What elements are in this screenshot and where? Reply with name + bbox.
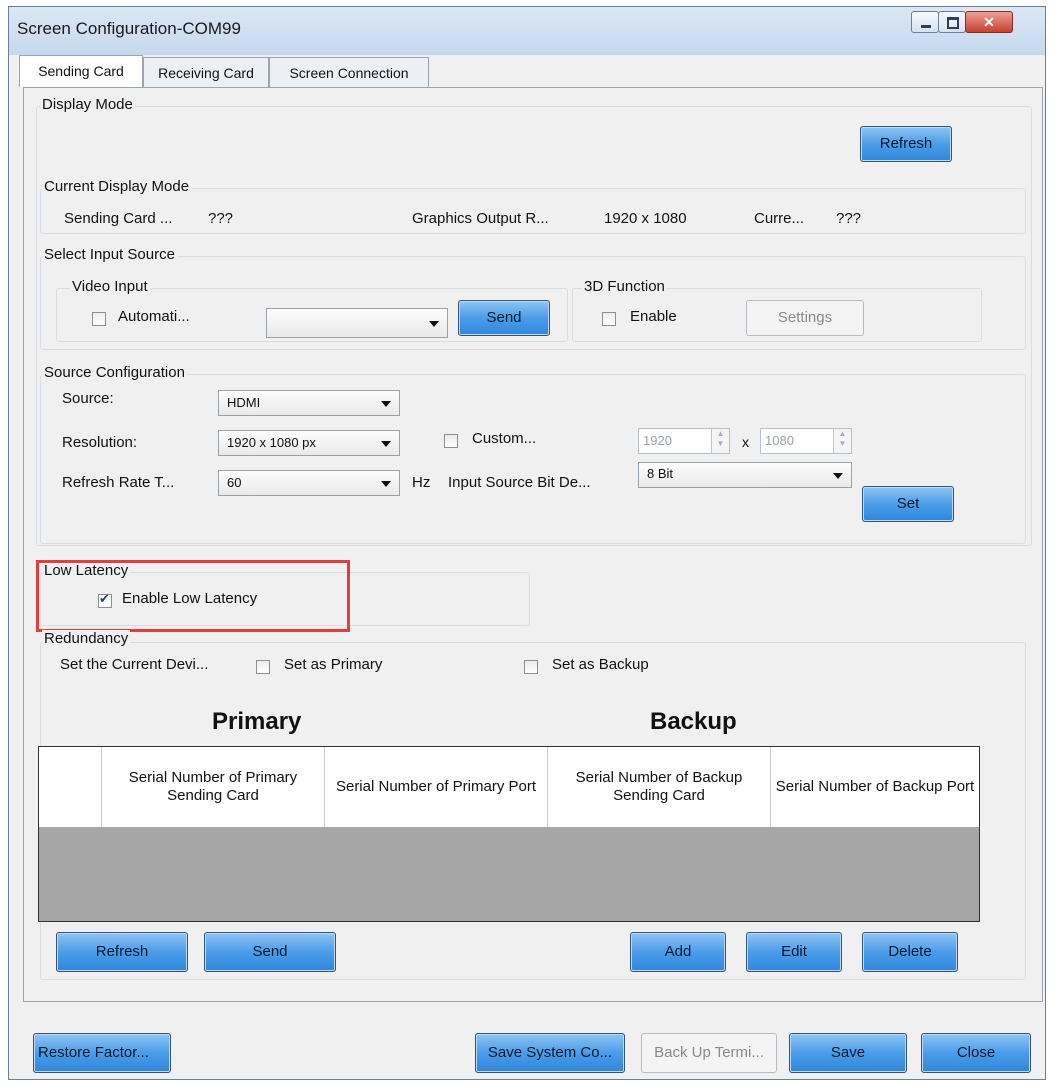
chevron-down-icon (381, 481, 391, 487)
3d-function-label: 3D Function (582, 278, 667, 295)
custom-checkbox[interactable] (444, 434, 458, 448)
resolution-select[interactable]: 1920 x 1080 px (218, 430, 400, 456)
3d-enable-checkbox[interactable] (602, 312, 616, 326)
input-source-label: Select Input Source (42, 246, 177, 263)
spin-arrows-icon[interactable]: ▲ ▼ (711, 429, 729, 453)
set-button[interactable]: Set (862, 486, 954, 522)
column-header-primary-port[interactable]: Serial Number of Primary Port (324, 747, 548, 827)
display-refresh-button[interactable]: Refresh (860, 126, 952, 162)
hz-label: Hz (412, 474, 431, 491)
chevron-down-icon (429, 321, 439, 327)
title-bar: Screen Configuration-COM99 ✕ (9, 7, 1045, 55)
automatic-label: Automati... (118, 308, 190, 325)
bit-depth-value: 8 Bit (647, 466, 674, 481)
chevron-down-icon (381, 401, 391, 407)
sending-card-value: ??? (208, 210, 234, 227)
close-window-button[interactable]: ✕ (965, 11, 1013, 33)
refresh-rate-value: 60 (227, 475, 242, 490)
video-send-button[interactable]: Send (458, 300, 550, 336)
refresh-rate-label: Refresh Rate T... (62, 474, 175, 491)
column-header-backup-card[interactable]: Serial Number of Backup Sending Card (547, 747, 771, 827)
minimize-icon (921, 25, 931, 28)
refresh-rate-select[interactable]: 60 (218, 470, 400, 496)
sending-card-panel: Display Mode Refresh Current Display Mod… (23, 87, 1043, 1002)
graphics-output-label: Graphics Output R... (412, 210, 549, 227)
source-select[interactable]: HDMI (218, 390, 400, 416)
automatic-checkbox[interactable] (92, 312, 106, 326)
display-mode-label: Display Mode (40, 96, 135, 113)
source-config-label: Source Configuration (42, 364, 187, 381)
custom-width-input[interactable]: 1920 ▲ ▼ (638, 428, 730, 454)
source-value: HDMI (227, 395, 261, 410)
custom-label: Custom... (472, 430, 537, 447)
chevron-down-icon (833, 473, 843, 479)
add-button[interactable]: Add (630, 932, 726, 972)
custom-height-value: 1080 (765, 433, 794, 448)
set-backup-label: Set as Backup (552, 656, 649, 673)
set-primary-checkbox[interactable] (256, 660, 270, 674)
3d-enable-label: Enable (630, 308, 677, 325)
redundancy-table: Serial Number of Primary Sending Card Se… (38, 746, 980, 922)
primary-heading: Primary (212, 708, 302, 735)
source-label: Source: (62, 390, 114, 407)
set-device-label: Set the Current Devi... (60, 656, 209, 673)
minimize-button[interactable] (911, 11, 939, 33)
restore-factory-button[interactable]: Restore Factor... (33, 1033, 171, 1073)
close-icon: ✕ (983, 14, 995, 30)
close-button[interactable]: Close (921, 1033, 1031, 1073)
redundancy-label: Redundancy (42, 630, 131, 647)
spin-arrows-icon[interactable]: ▲ ▼ (833, 429, 851, 453)
video-input-label: Video Input (70, 278, 150, 295)
custom-width-value: 1920 (643, 433, 672, 448)
column-header-primary-card[interactable]: Serial Number of Primary Sending Card (101, 747, 325, 827)
3d-settings-button[interactable]: Settings (746, 300, 864, 336)
save-button[interactable]: Save (789, 1033, 907, 1073)
redundancy-table-header: Serial Number of Primary Sending Card Se… (39, 747, 979, 827)
window: Screen Configuration-COM99 ✕ Sending Car… (8, 6, 1046, 1080)
redundancy-send-button[interactable]: Send (204, 932, 336, 972)
maximize-button[interactable] (938, 11, 966, 33)
x-separator: x (742, 434, 749, 450)
set-primary-label: Set as Primary (284, 656, 383, 673)
resolution-label: Resolution: (62, 434, 138, 451)
save-system-config-button[interactable]: Save System Co... (475, 1033, 625, 1073)
tab-screen-connection[interactable]: Screen Connection (269, 57, 429, 87)
highlight-box (36, 560, 350, 632)
current-display-mode-label: Current Display Mode (42, 178, 192, 195)
edit-button[interactable]: Edit (746, 932, 842, 972)
tab-receiving-card[interactable]: Receiving Card (143, 57, 269, 87)
resolution-value: 1920 x 1080 px (227, 435, 316, 450)
delete-button[interactable]: Delete (862, 932, 958, 972)
custom-height-input[interactable]: 1080 ▲ ▼ (760, 428, 852, 454)
redundancy-refresh-button[interactable]: Refresh (56, 932, 188, 972)
maximize-icon (947, 17, 959, 29)
back-up-terminal-button[interactable]: Back Up Termi... (641, 1033, 777, 1073)
row-header-cell (39, 747, 102, 827)
backup-heading: Backup (650, 708, 737, 735)
current-value: ??? (836, 210, 862, 227)
current-label: Curre... (754, 210, 805, 227)
tab-sending-card[interactable]: Sending Card (19, 55, 143, 87)
window-title: Screen Configuration-COM99 (17, 19, 241, 38)
bit-depth-select[interactable]: 8 Bit (638, 462, 852, 488)
graphics-output-value: 1920 x 1080 (604, 210, 687, 227)
set-backup-checkbox[interactable] (524, 660, 538, 674)
video-input-select[interactable] (266, 308, 448, 338)
column-header-backup-port[interactable]: Serial Number of Backup Port (771, 747, 980, 827)
bit-depth-label: Input Source Bit De... (448, 474, 591, 491)
sending-card-label: Sending Card ... (64, 210, 173, 227)
chevron-down-icon (381, 441, 391, 447)
